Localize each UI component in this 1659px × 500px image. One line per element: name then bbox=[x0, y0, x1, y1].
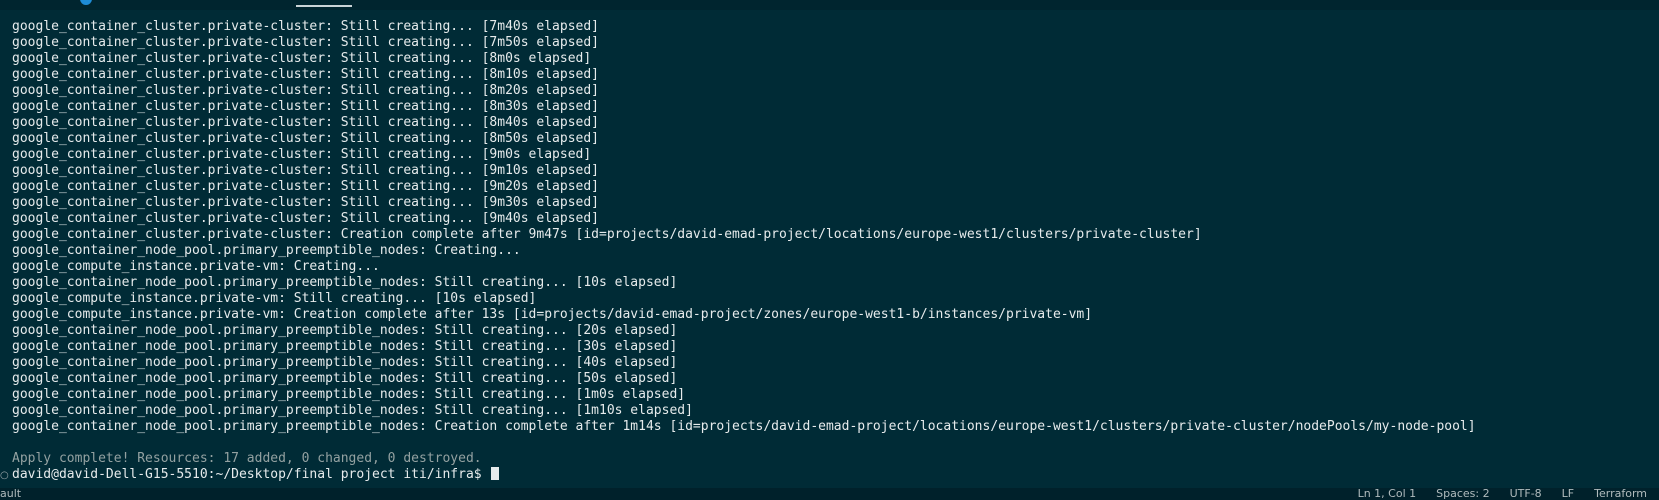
terminal-line: google_container_cluster.private-cluster… bbox=[12, 211, 599, 226]
terminal-line: google_container_node_pool.primary_preem… bbox=[12, 371, 678, 386]
terminal-lines: google_container_cluster.private-cluster… bbox=[12, 19, 1652, 435]
terminal-line: google_container_cluster.private-cluster… bbox=[12, 83, 599, 98]
terminal-line: google_container_node_pool.primary_preem… bbox=[12, 387, 686, 402]
terminal-line: google_container_cluster.private-cluster… bbox=[12, 115, 599, 130]
app-icon bbox=[80, 0, 92, 5]
status-bar: ault Ln 1, Col 1 Spaces: 2 UTF-8 LF Terr… bbox=[0, 488, 1659, 500]
editor-top-strip bbox=[0, 0, 1659, 10]
terminal-line: google_container_cluster.private-cluster… bbox=[12, 67, 599, 82]
terminal-line: google_container_cluster.private-cluster… bbox=[12, 51, 592, 66]
terminal-line: google_container_node_pool.primary_preem… bbox=[12, 419, 1476, 434]
status-language[interactable]: Terraform bbox=[1594, 488, 1647, 500]
terminal-line: google_compute_instance.private-vm: Crea… bbox=[12, 259, 380, 274]
terminal-line: google_container_node_pool.primary_preem… bbox=[12, 275, 678, 290]
terminal-line: google_container_cluster.private-cluster… bbox=[12, 99, 599, 114]
status-cursor-position[interactable]: Ln 1, Col 1 bbox=[1358, 488, 1417, 500]
active-tab-indicator[interactable] bbox=[296, 5, 352, 7]
terminal-line: google_compute_instance.private-vm: Stil… bbox=[12, 291, 537, 306]
status-eol[interactable]: LF bbox=[1562, 488, 1574, 500]
terminal-prompt: david@david-Dell-G15-5510:~/Desktop/fina… bbox=[12, 467, 490, 482]
status-right-group: Ln 1, Col 1 Spaces: 2 UTF-8 LF Terraform bbox=[1358, 488, 1647, 500]
terminal-line: google_container_node_pool.primary_preem… bbox=[12, 243, 521, 258]
terminal-cursor bbox=[491, 467, 500, 480]
prompt-marker-icon: ○ bbox=[0, 470, 9, 481]
terminal-line: google_container_cluster.private-cluster… bbox=[12, 163, 599, 178]
terminal-prompt-line[interactable]: david@david-Dell-G15-5510:~/Desktop/fina… bbox=[12, 467, 1652, 483]
status-indentation[interactable]: Spaces: 2 bbox=[1436, 488, 1489, 500]
terminal-line: google_container_cluster.private-cluster… bbox=[12, 195, 599, 210]
terminal-line: google_container_cluster.private-cluster… bbox=[12, 147, 592, 162]
apply-complete-message: Apply complete! Resources: 17 added, 0 c… bbox=[12, 451, 482, 466]
terminal-output[interactable]: google_container_cluster.private-cluster… bbox=[12, 19, 1652, 489]
terminal-line: google_container_cluster.private-cluster… bbox=[12, 131, 599, 146]
status-branch[interactable]: ault bbox=[0, 488, 21, 500]
terminal-line: google_container_node_pool.primary_preem… bbox=[12, 339, 678, 354]
terminal-line: google_container_cluster.private-cluster… bbox=[12, 35, 599, 50]
status-encoding[interactable]: UTF-8 bbox=[1510, 488, 1542, 500]
terminal-line: google_container_cluster.private-cluster… bbox=[12, 227, 1202, 242]
terminal-line: google_container_node_pool.primary_preem… bbox=[12, 355, 678, 370]
terminal-line: google_container_node_pool.primary_preem… bbox=[12, 403, 693, 418]
terminal-line: google_compute_instance.private-vm: Crea… bbox=[12, 307, 1093, 322]
terminal-line: google_container_node_pool.primary_preem… bbox=[12, 323, 678, 338]
terminal-line: google_container_cluster.private-cluster… bbox=[12, 179, 599, 194]
terminal-line: google_container_cluster.private-cluster… bbox=[12, 19, 599, 34]
